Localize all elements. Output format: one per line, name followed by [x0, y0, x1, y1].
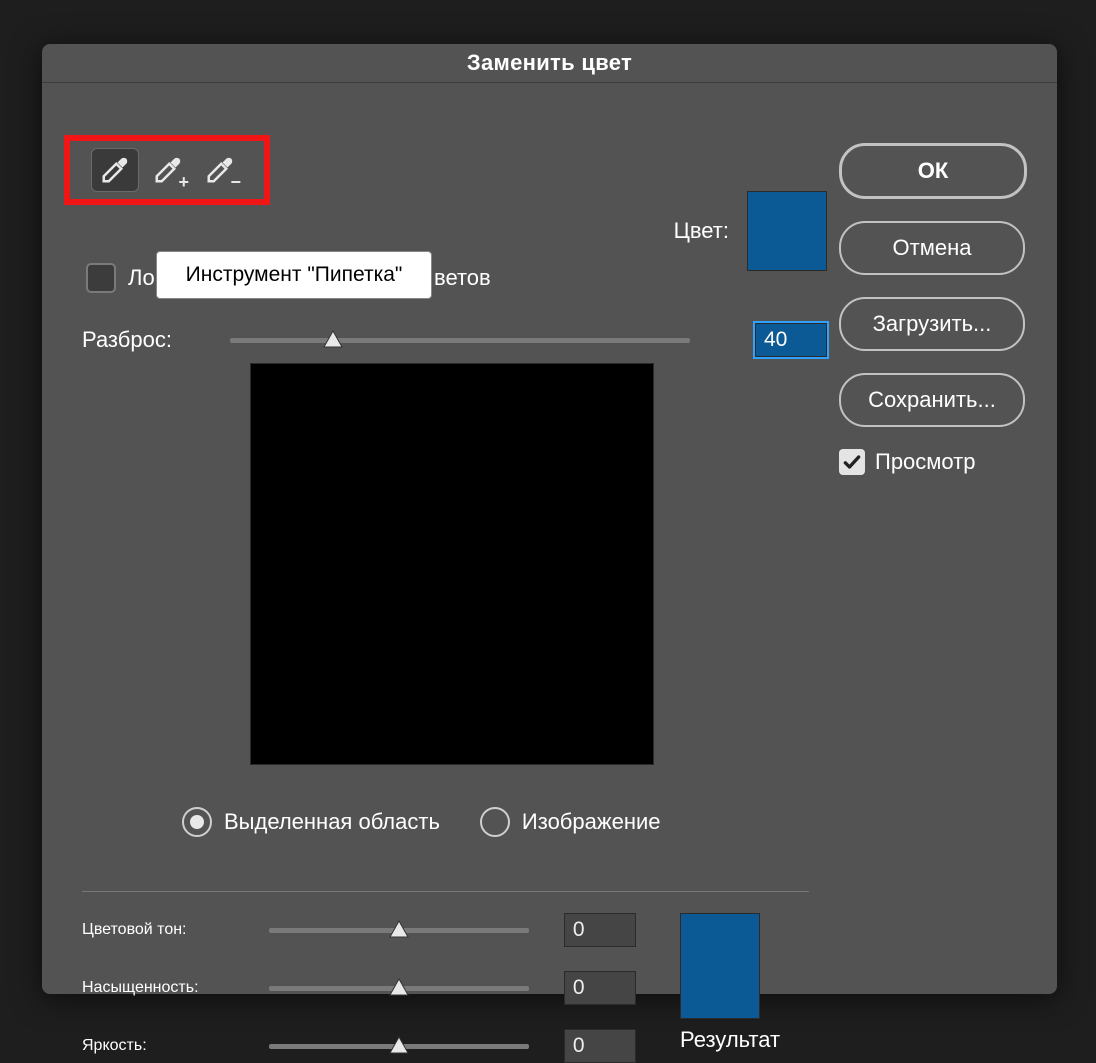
source-color-row: Цвет: [674, 191, 827, 271]
right-button-column: ОК Отмена Загрузить... Сохранить... Прос… [839, 143, 1039, 475]
dialog-title: Заменить цвет [42, 44, 1057, 83]
localized-clusters-label-prefix: Ло [128, 265, 155, 291]
localized-clusters-row[interactable]: Ло [86, 263, 155, 293]
preview-mode-selection[interactable]: Выделенная область [182, 807, 440, 837]
hue-slider[interactable] [269, 928, 529, 933]
saturation-thumb[interactable] [388, 977, 410, 997]
localized-clusters-checkbox[interactable] [86, 263, 116, 293]
lightness-label: Яркость: [82, 1037, 265, 1055]
eyedropper-subtract-tool[interactable]: − [197, 149, 243, 191]
radio-image[interactable] [480, 807, 510, 837]
source-color-swatch[interactable] [747, 191, 827, 271]
dialog-body: ОК Отмена Загрузить... Сохранить... Прос… [42, 83, 1057, 994]
result-color-swatch[interactable] [680, 913, 760, 1019]
fuzziness-thumb[interactable] [322, 329, 344, 349]
lightness-slider[interactable] [269, 1044, 529, 1049]
hue-label: Цветовой тон: [82, 921, 265, 939]
left-pane: + − Ло Инструмент "Пипетка" ветов Цвет: [64, 135, 827, 994]
cancel-button[interactable]: Отмена [839, 221, 1025, 275]
preview-mode-row: Выделенная область Изображение [182, 807, 661, 837]
lightness-thumb[interactable] [388, 1035, 410, 1055]
radio-image-label: Изображение [522, 809, 661, 835]
eyedropper-add-tool[interactable]: + [145, 149, 191, 191]
replace-color-dialog: Заменить цвет ОК Отмена Загрузить... Сох… [42, 44, 1057, 994]
radio-selection-label: Выделенная область [224, 809, 440, 835]
preview-checkbox-row[interactable]: Просмотр [839, 449, 1039, 475]
fuzziness-field[interactable] [755, 323, 827, 357]
preview-mode-image[interactable]: Изображение [480, 807, 661, 837]
lightness-field[interactable] [564, 1029, 636, 1063]
hue-thumb[interactable] [388, 919, 410, 939]
radio-selection[interactable] [182, 807, 212, 837]
hue-field[interactable] [564, 913, 636, 947]
selection-preview [250, 363, 654, 765]
preview-checkbox-label: Просмотр [875, 449, 975, 475]
eyedropper-tool-group: + − [64, 135, 270, 205]
localized-clusters-label-suffix: ветов [434, 265, 491, 291]
eyedropper-tooltip: Инструмент "Пипетка" [156, 251, 432, 299]
ok-button[interactable]: ОК [839, 143, 1027, 199]
preview-checkbox[interactable] [839, 449, 865, 475]
save-button[interactable]: Сохранить... [839, 373, 1025, 427]
fuzziness-label: Разброс: [82, 327, 212, 353]
check-icon [842, 452, 862, 472]
eyedropper-tool[interactable] [91, 148, 139, 192]
minus-badge: − [230, 173, 241, 191]
saturation-field[interactable] [564, 971, 636, 1005]
eyedropper-icon [100, 155, 130, 185]
separator [82, 891, 809, 892]
result-label: Результат [680, 1027, 780, 1053]
load-button[interactable]: Загрузить... [839, 297, 1025, 351]
plus-badge: + [178, 173, 189, 191]
fuzziness-row: Разброс: [82, 327, 827, 353]
fuzziness-slider[interactable] [230, 338, 690, 343]
saturation-slider[interactable] [269, 986, 529, 991]
color-label: Цвет: [674, 218, 729, 244]
saturation-label: Насыщенность: [82, 979, 265, 997]
